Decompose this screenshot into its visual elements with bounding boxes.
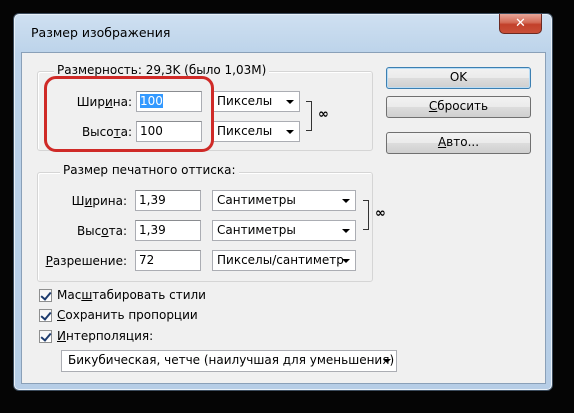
- resample-label: Интерполяция:: [57, 329, 154, 343]
- pixel-width-unit-select[interactable]: Пикселы: [212, 91, 300, 112]
- document-size-legend: Размер печатного оттиска:: [60, 163, 239, 177]
- resample-checkbox[interactable]: [39, 330, 52, 343]
- doc-height-unit-select[interactable]: Сантиметры: [212, 220, 356, 241]
- doc-height-input[interactable]: 1,39: [135, 220, 201, 241]
- chain-link-icon: ∞: [318, 107, 329, 122]
- chevron-down-icon: [286, 100, 294, 104]
- scale-styles-checkbox[interactable]: [39, 289, 52, 302]
- resample-method-select[interactable]: Бикубическая, четче (наилучшая для умень…: [61, 350, 397, 372]
- ok-button[interactable]: OK: [386, 67, 531, 89]
- resolution-input[interactable]: 72: [135, 250, 201, 271]
- highlight-annotation: [44, 76, 214, 152]
- pixel-link-bracket: [306, 101, 312, 131]
- check-icon: [40, 289, 52, 301]
- chevron-down-icon: [286, 130, 294, 134]
- reset-button[interactable]: Сбросить: [386, 96, 531, 118]
- chevron-down-icon: [383, 359, 391, 363]
- close-icon: ✕: [515, 16, 526, 31]
- check-icon: [40, 330, 52, 342]
- pixel-dimensions-legend: Размерность: 29,3K (было 1,03M): [54, 63, 270, 77]
- window-title: Размер изображения: [31, 25, 171, 40]
- close-button[interactable]: ✕: [499, 14, 542, 34]
- constrain-proportions-label: Сохранить пропорции: [57, 308, 198, 322]
- chevron-down-icon: [342, 259, 350, 263]
- chevron-down-icon: [342, 229, 350, 233]
- scale-styles-label: Масштабировать стили: [57, 288, 206, 302]
- doc-width-unit-select[interactable]: Сантиметры: [212, 190, 356, 211]
- doc-width-input[interactable]: 1,39: [135, 190, 201, 211]
- auto-button[interactable]: Авто...: [386, 132, 531, 154]
- chevron-down-icon: [342, 199, 350, 203]
- chain-link-icon: ∞: [375, 206, 386, 221]
- doc-height-label: Высота:: [76, 224, 127, 238]
- pixel-height-unit-select[interactable]: Пикселы: [212, 121, 300, 142]
- constrain-proportions-checkbox[interactable]: [39, 309, 52, 322]
- resolution-label: Разрешение:: [45, 254, 127, 268]
- doc-link-bracket: [363, 200, 369, 230]
- resolution-unit-select[interactable]: Пикселы/сантиметр: [212, 250, 356, 271]
- check-icon: [40, 309, 52, 321]
- doc-width-label: Ширина:: [71, 194, 127, 208]
